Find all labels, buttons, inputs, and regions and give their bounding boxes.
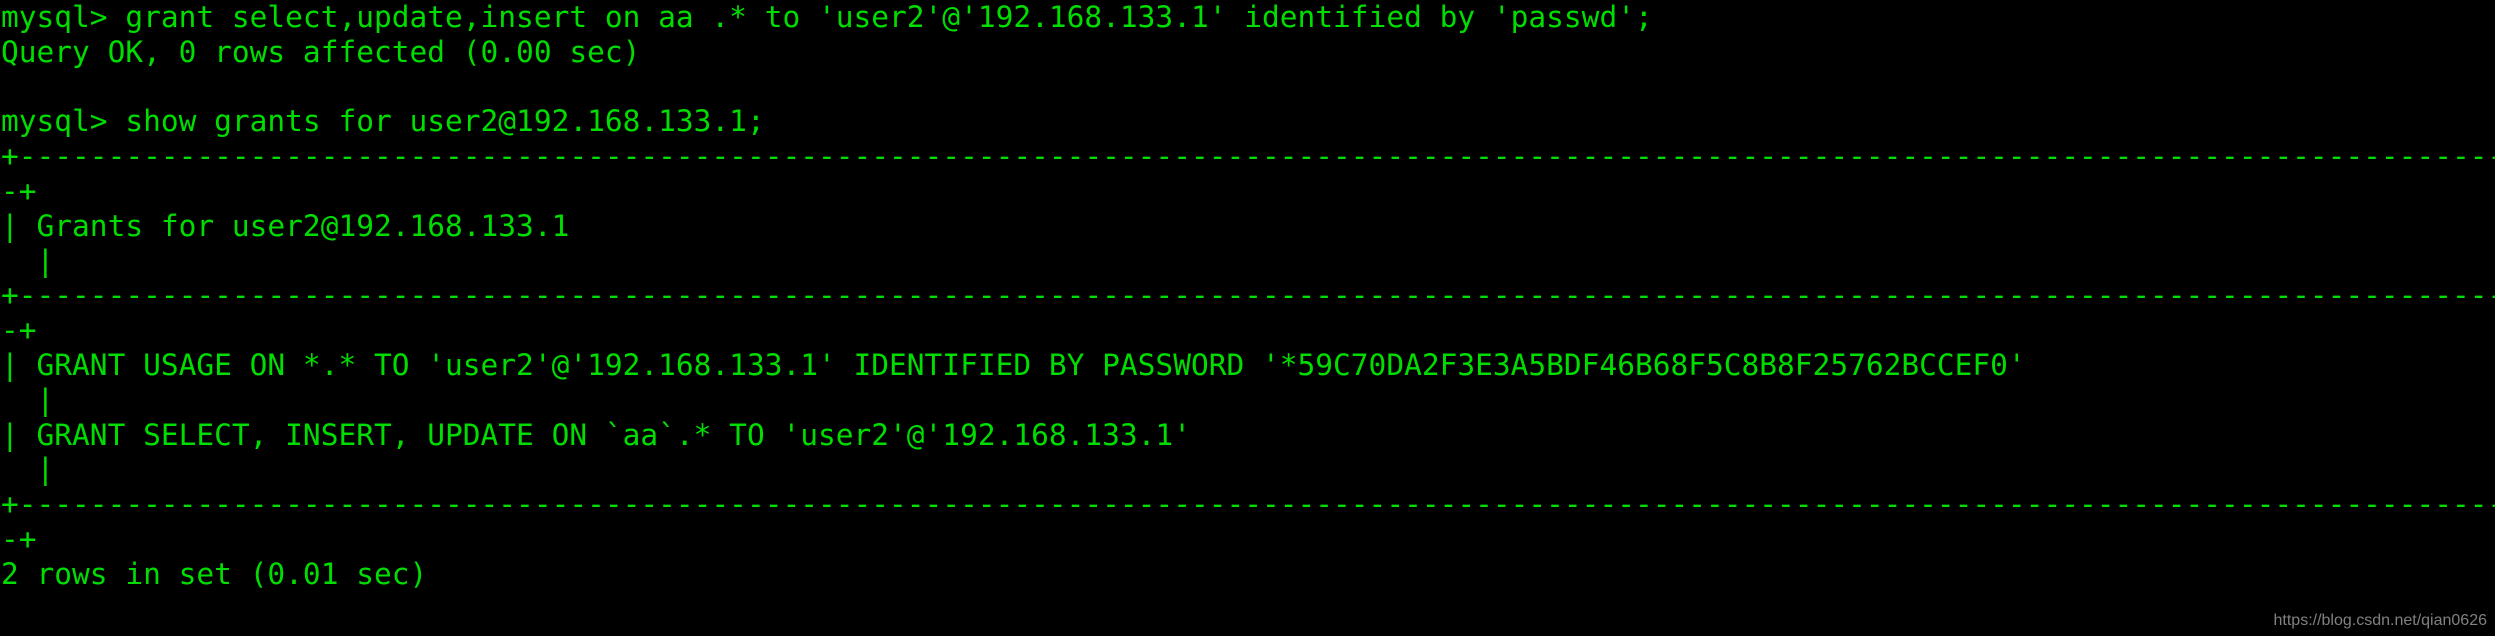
terminal-line-separator-top: +---------------------------------------… <box>1 139 2495 174</box>
terminal-line-rows-in-set: 2 rows in set (0.01 sec) <box>1 556 428 591</box>
terminal-line-separator-bottom-wrap: -+ <box>1 521 37 556</box>
terminal-window[interactable]: mysql> grant select,update,insert on aa … <box>0 0 2495 636</box>
terminal-line-command-show-grants: mysql> show grants for user2@192.168.133… <box>1 104 765 139</box>
terminal-line-grant-usage-wrap: | <box>1 382 55 417</box>
terminal-line-separator-top-wrap: -+ <box>1 173 37 208</box>
terminal-line-grant-usage: | GRANT USAGE ON *.* TO 'user2'@'192.168… <box>1 347 2026 382</box>
terminal-line-table-header: | Grants for user2@192.168.133.1 <box>1 208 570 243</box>
terminal-line-grant-select-wrap: | <box>1 452 55 487</box>
terminal-line-separator-middle-wrap: -+ <box>1 313 37 348</box>
terminal-line-command-grant: mysql> grant select,update,insert on aa … <box>1 0 1653 34</box>
terminal-line-separator-bottom: +---------------------------------------… <box>1 487 2495 522</box>
terminal-line-table-header-wrap: | <box>1 243 55 278</box>
terminal-line-grant-select: | GRANT SELECT, INSERT, UPDATE ON `aa`.*… <box>1 417 1191 452</box>
terminal-line-query-ok: Query OK, 0 rows affected (0.00 sec) <box>1 34 641 69</box>
watermark-url: https://blog.csdn.net/qian0626 <box>2273 612 2488 629</box>
terminal-line-separator-middle: +---------------------------------------… <box>1 278 2495 313</box>
